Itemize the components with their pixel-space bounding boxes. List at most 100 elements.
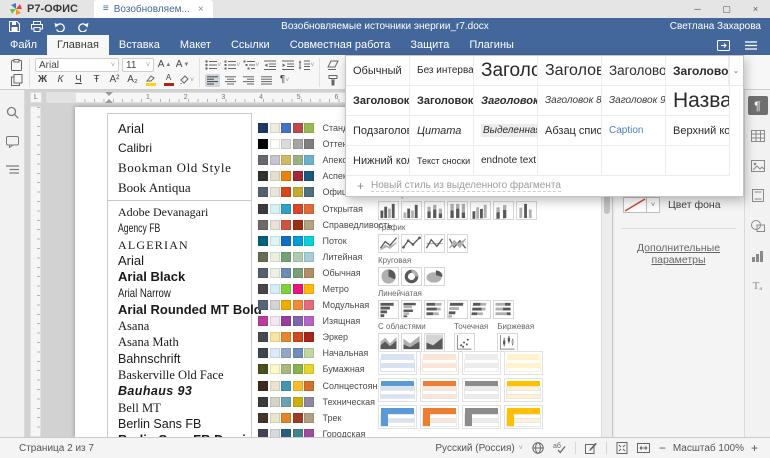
zoom-out-button[interactable]: − xyxy=(659,442,666,454)
menu-tab-Ссылки[interactable]: Ссылки xyxy=(221,35,280,55)
underline-button[interactable]: Ч xyxy=(71,74,86,87)
style-cell[interactable]: Заголовок 1 xyxy=(474,56,538,86)
style-cell[interactable]: Заголовок 6 xyxy=(410,86,474,116)
header-footer-settings-icon[interactable] xyxy=(748,186,768,205)
open-file-location-icon[interactable] xyxy=(717,40,730,51)
align-justify-button[interactable] xyxy=(259,74,274,87)
subscript-button[interactable]: А₂ xyxy=(125,74,140,87)
chart-settings-icon[interactable] xyxy=(748,246,768,265)
text-art-settings-icon[interactable]: Тₐ xyxy=(748,276,768,295)
zoom-level-label[interactable]: Масштаб 100% xyxy=(673,443,744,454)
shape-settings-icon[interactable] xyxy=(748,216,768,235)
menu-tab-Файл[interactable]: Файл xyxy=(0,35,47,55)
left-indent-marker[interactable] xyxy=(105,99,113,103)
style-cell[interactable]: Текст сноски xyxy=(410,146,474,176)
highlight-color-button[interactable] xyxy=(143,74,158,87)
print-icon[interactable] xyxy=(31,21,43,32)
document-tab[interactable]: ≡ Возобновляем... × xyxy=(94,0,213,18)
style-cell[interactable]: Без интервала xyxy=(410,56,474,86)
menu-tab-Совместная работа[interactable]: Совместная работа xyxy=(280,35,401,55)
zoom-in-button[interactable]: + xyxy=(751,442,758,454)
tab-selector-box[interactable]: L xyxy=(30,92,42,103)
clear-style-icon[interactable] xyxy=(325,59,340,72)
italic-button[interactable]: К xyxy=(53,74,68,87)
style-cell[interactable]: Нижний колонтитул xyxy=(346,146,410,176)
no-fill-swatch[interactable] xyxy=(624,198,646,212)
style-cell[interactable]: Подзаголовок xyxy=(346,116,410,146)
first-line-indent-marker[interactable] xyxy=(105,92,113,96)
gallery-expand-icon[interactable]: ⌄ xyxy=(728,56,743,86)
undo-icon[interactable] xyxy=(54,22,66,32)
bold-button[interactable]: Ж xyxy=(35,74,50,87)
table-settings-icon[interactable] xyxy=(748,126,768,145)
fit-page-icon[interactable] xyxy=(616,442,628,454)
style-cell[interactable]: Заголовок 5 xyxy=(346,86,410,116)
fit-width-icon[interactable] xyxy=(637,443,650,453)
track-changes-icon[interactable] xyxy=(585,442,597,454)
menu-tab-Главная[interactable]: Главная xyxy=(47,35,109,55)
superscript-button[interactable]: А² xyxy=(107,74,122,87)
font-name-combo[interactable]: Arial ˅ xyxy=(35,58,119,72)
bullet-list-button[interactable]: ˅ xyxy=(205,59,221,72)
globe-icon[interactable] xyxy=(532,442,544,454)
style-cell[interactable]: Заголовок 4 xyxy=(666,56,730,86)
style-cell[interactable]: endnote text xyxy=(474,146,538,176)
style-cell[interactable]: Caption xyxy=(602,116,666,146)
nonprinting-chars-button[interactable]: ¶˅ xyxy=(277,74,292,87)
menu-tab-Вставка[interactable]: Вставка xyxy=(109,35,170,55)
menu-tab-Плагины[interactable]: Плагины xyxy=(459,35,524,55)
align-left-button[interactable] xyxy=(205,74,220,87)
align-right-button[interactable] xyxy=(241,74,256,87)
paragraph-settings-icon[interactable]: ¶ xyxy=(748,96,768,115)
background-color-picker[interactable]: ˅ xyxy=(623,197,660,213)
menu-tab-Макет[interactable]: Макет xyxy=(170,35,221,55)
decrease-indent-button[interactable] xyxy=(262,59,277,72)
style-cell[interactable]: Заголовок 3 xyxy=(602,56,666,86)
style-cell[interactable]: Заголовок 2 xyxy=(538,56,602,86)
tab-close-icon[interactable]: × xyxy=(198,4,204,15)
style-cell[interactable]: Выделенная цитата xyxy=(474,116,538,146)
grow-font-button[interactable]: А▲ xyxy=(157,59,172,72)
advanced-settings-link[interactable]: Дополнительные параметры xyxy=(623,242,734,266)
font-color-button[interactable]: А xyxy=(161,74,176,87)
minimize-button[interactable]: ─ xyxy=(683,0,712,18)
close-button[interactable]: × xyxy=(741,0,770,18)
align-center-button[interactable] xyxy=(223,74,238,87)
style-cell[interactable]: Заголовок 7 xyxy=(474,86,538,116)
menu-tab-Защита[interactable]: Защита xyxy=(400,35,459,55)
language-selector[interactable]: Русский (Россия) ˅ xyxy=(435,443,522,454)
strikethrough-button[interactable]: Ŧ xyxy=(89,74,104,87)
view-settings-icon[interactable] xyxy=(745,41,757,50)
user-name[interactable]: Светлана Захарова xyxy=(670,21,770,32)
style-cell[interactable]: Цитата xyxy=(410,116,474,146)
maximize-button[interactable]: ▢ xyxy=(712,0,741,18)
image-settings-icon[interactable] xyxy=(748,156,768,175)
chevron-down-icon[interactable]: ˅ xyxy=(646,198,659,212)
style-cell[interactable]: Обычный xyxy=(346,56,410,86)
shading-button[interactable]: ˅ xyxy=(179,74,194,87)
comments-icon[interactable] xyxy=(6,136,19,148)
page-indicator[interactable]: Страница 2 из 7 xyxy=(19,443,94,454)
style-cell[interactable]: Заголовок 8 xyxy=(538,86,602,116)
increase-indent-button[interactable] xyxy=(280,59,295,72)
redo-icon[interactable] xyxy=(77,22,89,32)
spellcheck-icon[interactable]: аб xyxy=(553,442,566,454)
numbered-list-button[interactable]: ˅ xyxy=(224,59,240,72)
paste-icon[interactable] xyxy=(9,59,24,72)
style-cell[interactable]: Верхний колонтитул xyxy=(666,116,730,146)
shrink-font-button[interactable]: А▼ xyxy=(175,59,190,72)
copy-icon[interactable] xyxy=(9,74,24,87)
line-spacing-button[interactable]: ˅ xyxy=(298,59,314,72)
search-icon[interactable] xyxy=(6,106,19,119)
font-size-combo[interactable]: 11 ˅ xyxy=(122,58,154,72)
navigation-headings-icon[interactable] xyxy=(6,165,19,175)
style-cell[interactable]: Абзац списка xyxy=(538,116,602,146)
style-cell[interactable]: Заголовок 9 xyxy=(602,86,666,116)
vertical-ruler[interactable] xyxy=(30,106,41,437)
tab-menu-icon[interactable]: ≡ xyxy=(103,4,109,14)
copy-style-icon[interactable] xyxy=(325,74,340,87)
new-style-row[interactable]: + Новый стиль из выделенного фрагмента xyxy=(346,176,743,196)
style-cell[interactable]: Название xyxy=(666,86,730,116)
save-icon[interactable] xyxy=(9,21,20,32)
multilevel-list-button[interactable]: ˅ xyxy=(243,59,259,72)
